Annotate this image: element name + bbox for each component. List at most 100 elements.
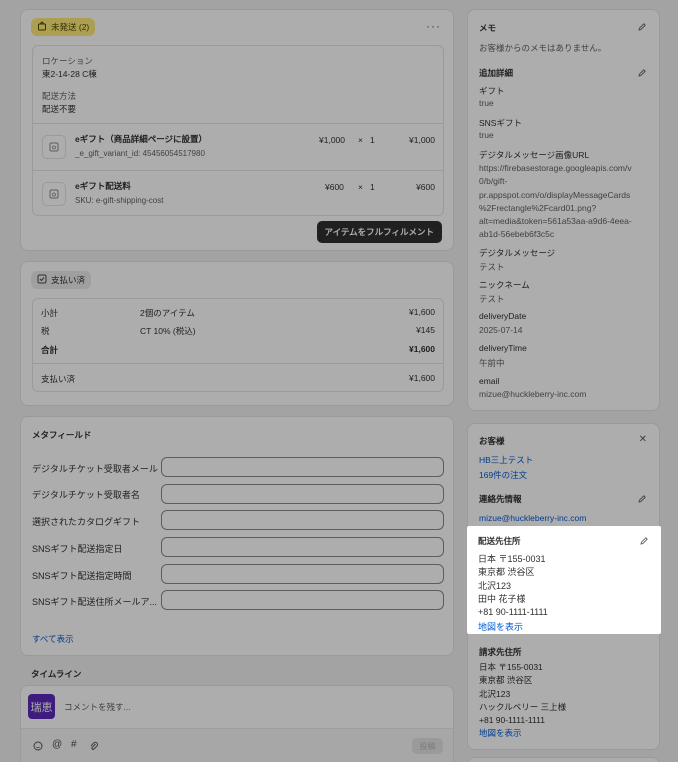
payment-inner: 小計 2個のアイテム ¥1,600 税 CT 10% (税込) ¥145 合計 … <box>32 298 444 392</box>
edit-shipping-pencil-icon[interactable] <box>639 536 649 546</box>
billing-view-map-link[interactable]: 地図を表示 <box>479 727 522 739</box>
product-image-icon <box>42 135 66 159</box>
metafield-input[interactable] <box>161 484 444 504</box>
metafield-label: 選択されたカタログギフト <box>32 517 141 527</box>
times-sign: × <box>358 182 363 192</box>
times-sign: × <box>358 135 363 145</box>
package-icon <box>37 21 47 33</box>
next-card <box>467 757 660 762</box>
attachment-icon[interactable] <box>89 741 99 753</box>
paid-label: 支払い済 <box>41 374 76 384</box>
delivery-label: 配送方法 <box>42 91 77 101</box>
total-label: 合計 <box>41 345 59 355</box>
edit-notes-pencil-icon[interactable] <box>637 22 647 32</box>
metafields-card: メタフィールド デジタルチケット受取者メール デジタルチケット受取者名 選択され… <box>20 416 454 656</box>
detail-key: デジタルメッセージ画像URL <box>479 150 590 160</box>
subtotal-desc: 2個のアイテム <box>140 308 195 318</box>
show-all-link[interactable]: すべて表示 <box>32 633 74 645</box>
fulfillment-inner: ロケーション 東2-14-28 C棟 配送方法 配送不要 eギフト（商品詳細ペー… <box>32 45 444 216</box>
timeline-title: タイムライン <box>31 669 82 679</box>
checkbox-icon <box>37 274 47 286</box>
subtotal-value: ¥1,600 <box>409 307 435 317</box>
detail-value: テスト <box>479 294 505 304</box>
metafield-label: SNSギフト配送指定日 <box>32 544 123 554</box>
customer-title: お客様 <box>479 436 505 446</box>
detail-key: デジタルメッセージ <box>479 248 556 258</box>
shipping-view-map-link[interactable]: 地図を表示 <box>478 620 523 633</box>
unfulfilled-card: 未発送 (2) ··· ロケーション 東2-14-28 C棟 配送方法 配送不要… <box>20 9 454 251</box>
paid-value: ¥1,600 <box>409 373 435 383</box>
item-sub: SKU: e-gift-shipping-cost <box>75 196 164 205</box>
edit-details-pencil-icon[interactable] <box>637 68 647 78</box>
detail-key: deliveryTime <box>479 343 527 353</box>
detail-key: ニックネーム <box>479 280 530 290</box>
item-total: ¥1,000 <box>409 135 435 145</box>
close-icon[interactable]: ✕ <box>639 434 647 445</box>
tax-desc: CT 10% (税込) <box>140 326 196 336</box>
customer-name-link[interactable]: HB三上テスト <box>479 454 533 466</box>
detail-value: 2025-07-14 <box>479 325 523 335</box>
payment-card: 支払い済 小計 2個のアイテム ¥1,600 税 CT 10% (税込) ¥14… <box>20 261 454 406</box>
detail-value-url: https://firebasestorage.googleapis.com/v… <box>479 163 632 240</box>
tax-label: 税 <box>41 326 50 336</box>
item-total: ¥600 <box>416 182 435 192</box>
location-value: 東2-14-28 C棟 <box>42 69 97 79</box>
metafield-input[interactable] <box>161 564 444 584</box>
fulfill-items-button[interactable]: アイテムをフルフィルメント <box>316 221 442 243</box>
shipping-address: 日本 〒155-0031 東京都 渋谷区 北沢123 田中 花子様 +81 90… <box>478 554 548 618</box>
metafield-label: デジタルチケット受取者名 <box>32 490 140 500</box>
detail-value: テスト <box>479 262 505 272</box>
detail-key: deliveryDate <box>479 311 527 321</box>
avatar: 瑞恵 <box>28 694 55 719</box>
contact-email-link[interactable]: mizue@huckleberry-inc.com <box>479 513 586 523</box>
item-name[interactable]: eギフト配送料 <box>75 180 131 192</box>
billing-address-title: 請求先住所 <box>479 647 522 657</box>
detail-key: SNSギフト <box>479 118 522 128</box>
item-price: ¥1,000 <box>319 135 345 145</box>
billing-address: 日本 〒155-0031 東京都 渋谷区 北沢123 ハックルベリー 三上様 +… <box>479 662 567 726</box>
customer-orders-link[interactable]: 169件の注文 <box>479 469 527 481</box>
metafields-title: メタフィールド <box>32 430 92 440</box>
edit-contact-pencil-icon[interactable] <box>637 494 647 504</box>
metafield-input[interactable] <box>161 590 444 610</box>
notes-empty: お客様からのメモはありません。 <box>479 43 607 53</box>
detail-value: mizue@huckleberry-inc.com <box>479 389 587 399</box>
paid-badge: 支払い済 <box>31 271 92 289</box>
emoji-icon[interactable] <box>33 741 43 753</box>
item-name[interactable]: eギフト（商品詳細ページに設置） <box>75 133 207 145</box>
timeline-comment-card: 瑞恵 コメントを残す... @ # 投稿 <box>20 685 454 762</box>
more-actions-icon[interactable]: ··· <box>426 19 441 33</box>
tax-value: ¥145 <box>416 325 435 335</box>
metafield-label: SNSギフト配送指定時間 <box>32 571 132 581</box>
detail-key: email <box>479 376 500 386</box>
additional-details-title: 追加詳細 <box>479 68 514 78</box>
metafield-label: SNSギフト配送住所メールア... <box>32 597 158 607</box>
post-button[interactable]: 投稿 <box>412 738 443 754</box>
metafield-label: デジタルチケット受取者メール <box>32 464 158 474</box>
item-price: ¥600 <box>325 182 344 192</box>
detail-value: true <box>479 130 494 140</box>
hashtag-icon[interactable]: # <box>71 739 77 750</box>
notes-card: メモ お客様からのメモはありません。 追加詳細 ギフト true SNSギフト … <box>467 9 660 411</box>
unfulfilled-badge: 未発送 (2) <box>31 18 96 36</box>
item-qty: 1 <box>370 182 375 192</box>
line-item: eギフト配送料 SKU: e-gift-shipping-cost ¥600 ×… <box>33 171 443 217</box>
detail-value: true <box>479 98 494 108</box>
metafield-input[interactable] <box>161 457 444 477</box>
mention-icon[interactable]: @ <box>52 739 62 750</box>
shipping-address-title: 配送先住所 <box>478 536 521 546</box>
shipping-address-section: 配送先住所 日本 〒155-0031 東京都 渋谷区 北沢123 田中 花子様 … <box>467 526 661 634</box>
metafield-input[interactable] <box>161 537 444 557</box>
item-sub: _e_gift_variant_id: 45456054517980 <box>75 149 205 158</box>
notes-title: メモ <box>479 23 497 33</box>
line-item: eギフト（商品詳細ページに設置） _e_gift_variant_id: 454… <box>33 124 443 170</box>
total-value: ¥1,600 <box>409 344 435 354</box>
comment-input[interactable]: コメントを残す... <box>64 701 131 713</box>
delivery-value: 配送不要 <box>42 104 77 114</box>
contact-info-title: 連絡先情報 <box>479 494 522 504</box>
metafield-input[interactable] <box>161 510 444 530</box>
product-image-icon <box>42 182 66 206</box>
detail-value: 午前中 <box>479 358 505 368</box>
location-label: ロケーション <box>42 56 93 66</box>
subtotal-label: 小計 <box>41 308 59 318</box>
